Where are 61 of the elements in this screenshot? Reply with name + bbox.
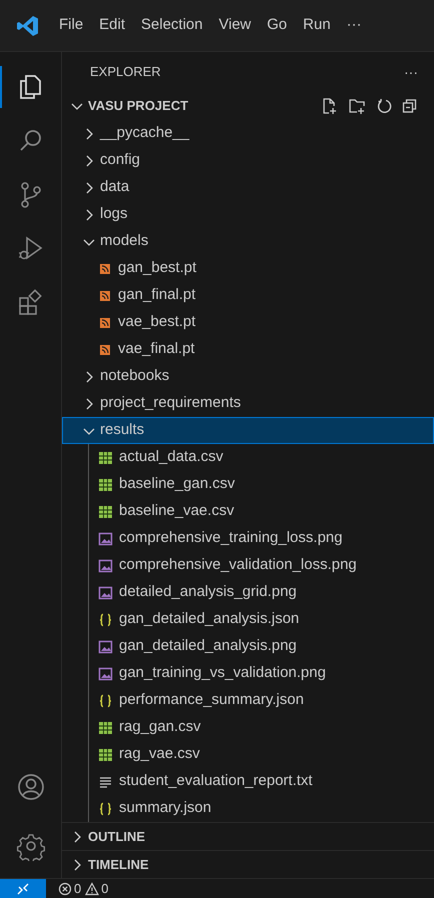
table-icon	[98, 476, 113, 492]
braces-icon	[98, 692, 113, 708]
file-row[interactable]: baseline_gan.csv	[62, 471, 434, 498]
menu-item[interactable]: Edit	[92, 14, 132, 37]
error-icon	[58, 882, 72, 896]
file-row[interactable]: summary.json	[62, 795, 434, 822]
menu-item[interactable]: Go	[260, 14, 294, 37]
file-row[interactable]: actual_data.csv	[62, 444, 434, 471]
file-row[interactable]: rag_vae.csv	[62, 741, 434, 768]
folder-row[interactable]: __pycache__	[62, 120, 434, 147]
table-icon	[98, 450, 113, 466]
file-row[interactable]: gan_detailed_analysis.png	[62, 633, 434, 660]
collapse-all-icon[interactable]	[402, 98, 418, 114]
file-row[interactable]: rag_gan.csv	[62, 714, 434, 741]
panel-header[interactable]: OUTLINE	[62, 822, 434, 850]
file-row[interactable]: baseline_vae.csv	[62, 498, 434, 525]
remote-icon	[16, 882, 30, 896]
folder-row[interactable]: notebooks	[62, 363, 434, 390]
warning-icon	[85, 882, 100, 896]
folder-row[interactable]: models	[62, 228, 434, 255]
braces-icon	[98, 612, 113, 628]
table-icon	[98, 746, 113, 762]
menu-item[interactable]: File	[52, 14, 90, 37]
braces-icon	[98, 800, 113, 816]
file-row[interactable]: comprehensive_validation_loss.png	[62, 552, 434, 579]
file-row[interactable]: comprehensive_training_loss.png	[62, 525, 434, 552]
menu-item[interactable]: View	[212, 14, 258, 37]
active-indicator	[0, 66, 2, 108]
file-row[interactable]: detailed_analysis_grid.png	[62, 579, 434, 606]
menu-item[interactable]: Run	[296, 14, 338, 37]
file-row[interactable]: gan_final.pt	[62, 282, 434, 309]
folder-row[interactable]: project_requirements	[62, 390, 434, 417]
folder-row[interactable]: data	[62, 174, 434, 201]
table-icon	[98, 720, 113, 736]
image-icon	[98, 530, 113, 546]
refresh-icon[interactable]	[376, 98, 392, 114]
menu-item[interactable]: Selection	[134, 14, 210, 37]
more-actions-button[interactable]: ···	[404, 62, 418, 82]
problems-status[interactable]: 0 0	[58, 878, 108, 898]
app-logo-icon	[16, 14, 40, 38]
file-row[interactable]: performance_summary.json	[62, 687, 434, 714]
file-row[interactable]: gan_training_vs_validation.png	[62, 660, 434, 687]
image-icon	[98, 638, 113, 654]
file-row[interactable]: student_evaluation_report.txt	[62, 768, 434, 795]
file-row[interactable]: gan_detailed_analysis.json	[62, 606, 434, 633]
folder-row[interactable]: config	[62, 147, 434, 174]
folder-row[interactable]: results	[62, 417, 434, 444]
table-icon	[98, 504, 113, 520]
new-folder-icon[interactable]	[348, 97, 366, 115]
file-row[interactable]: gan_best.pt	[62, 255, 434, 282]
more-menu-button[interactable]: ···	[340, 14, 369, 37]
folder-row[interactable]: logs	[62, 201, 434, 228]
remote-button[interactable]	[0, 878, 46, 898]
file-row[interactable]: vae_best.pt	[62, 309, 434, 336]
image-icon	[98, 584, 113, 600]
file-row[interactable]: vae_final.pt	[62, 336, 434, 363]
project-header[interactable]: VASU PROJECT	[70, 96, 188, 116]
account-icon[interactable]	[16, 772, 46, 802]
explorer-title: EXPLORER	[90, 63, 161, 82]
image-icon	[98, 666, 113, 682]
image-icon	[98, 558, 113, 574]
